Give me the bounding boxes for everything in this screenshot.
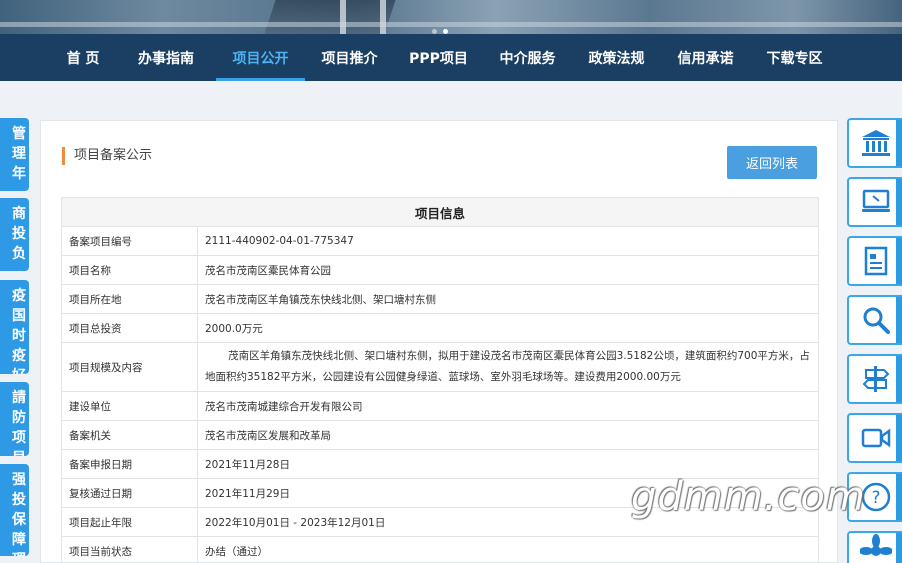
row-value: 茂名市茂南城建综合开发有限公司 (197, 391, 819, 421)
government-building-icon (861, 130, 890, 156)
row-value: 办结（通过） (197, 536, 819, 563)
table-row: 建设单位 茂名市茂南城建综合开发有限公司 (61, 391, 819, 421)
table-row: 项目所在地 茂名市茂南区羊角镇茂东快线北侧、架口塘村东侧 (61, 284, 819, 314)
row-key: 项目所在地 (61, 284, 198, 314)
row-key: 备案项目编号 (61, 226, 198, 256)
main-nav: 首 页 办事指南 项目公开 项目推介 PPP项目 中介服务 政策法规 信用承诺 … (0, 34, 902, 81)
left-tile-text: 时疫 (12, 328, 26, 364)
nav-item-policy[interactable]: 政策法规 (572, 34, 661, 81)
left-tile-text: 年 (12, 166, 26, 182)
left-side-link[interactable]: 管理 年 (0, 118, 29, 191)
tile-accent-strip (896, 238, 902, 284)
right-side-link-search[interactable] (847, 295, 902, 345)
row-key: 项目当前状态 (61, 536, 198, 563)
row-key: 项目规模及内容 (61, 342, 198, 392)
nav-item-project-public[interactable]: 项目公开 (216, 34, 305, 81)
table-row: 备案项目编号 2111-440902-04-01-775347 (61, 226, 819, 256)
right-side-link-video[interactable] (847, 413, 902, 463)
left-tile-text: 商投 (12, 206, 26, 242)
tile-accent-strip (896, 179, 902, 225)
row-value: 2111-440902-04-01-775347 (197, 226, 819, 256)
banner-bridge-image (264, 0, 396, 34)
header-banner (0, 0, 902, 34)
tile-accent-strip (896, 297, 902, 343)
table-row: 项目名称 茂名市茂南区橐民体育公园 (61, 255, 819, 285)
row-value: 茂南区羊角镇东茂快线北侧、架口塘村东侧，拟用于建设茂名市茂南区橐民体育公园3.5… (197, 342, 819, 392)
nav-item-project-promotion[interactable]: 项目推介 (305, 34, 394, 81)
right-side-link-document[interactable] (847, 236, 902, 286)
row-key: 项目总投资 (61, 313, 198, 343)
row-value: 茂名市茂南区橐民体育公园 (197, 255, 819, 285)
row-value: 茂名市茂南区发展和改革局 (197, 420, 819, 450)
right-side-link-building[interactable] (847, 118, 902, 168)
left-tile-text: 负 (12, 246, 26, 262)
table-row: 项目当前状态 办结（通过） (61, 536, 819, 563)
nav-item-download[interactable]: 下载专区 (750, 34, 839, 81)
document-list-icon (864, 246, 887, 276)
flower-logo-icon (859, 534, 892, 556)
table-row: 备案机关 茂名市茂南区发展和改革局 (61, 420, 819, 450)
left-tile-text: 强投 (12, 472, 26, 508)
watermark-logo: gdmm.com (631, 474, 866, 520)
table-row: 项目规模及内容 茂南区羊角镇东茂快线北侧、架口塘村东侧，拟用于建设茂名市茂南区橐… (61, 342, 819, 392)
tile-accent-strip (896, 120, 902, 166)
row-key: 备案申报日期 (61, 449, 198, 479)
signpost-icon (862, 366, 889, 392)
table-row: 项目总投资 2000.0万元 (61, 313, 819, 343)
row-value: 2000.0万元 (197, 313, 819, 343)
nav-item-credit[interactable]: 信用承诺 (661, 34, 750, 81)
nav-item-home[interactable]: 首 页 (50, 34, 116, 81)
row-key: 项目名称 (61, 255, 198, 285)
table-header-row: 项目信息 (61, 197, 819, 227)
left-tile-text: 理不 (0, 550, 26, 556)
svg-text:?: ? (871, 488, 880, 508)
left-tile-text: 管理 (12, 126, 26, 162)
tile-accent-strip (896, 415, 902, 461)
left-tile-text: 請防 (12, 390, 26, 426)
row-key: 备案机关 (61, 420, 198, 450)
tile-accent-strip (896, 474, 902, 520)
nav-item-agency[interactable]: 中介服务 (483, 34, 572, 81)
tile-accent-strip (896, 533, 902, 563)
banner-pylon (340, 0, 346, 34)
left-tile-text: 保障 (12, 512, 26, 548)
left-tile-text: 项目 (12, 430, 26, 456)
video-camera-icon (861, 428, 890, 448)
left-side-link[interactable]: 强投 保障 理不 (0, 464, 29, 556)
table-header: 项目信息 (61, 197, 819, 227)
nav-item-guide[interactable]: 办事指南 (116, 34, 216, 81)
left-side-link[interactable]: 請防 项目 办理 (0, 382, 29, 456)
row-key: 复核通过日期 (61, 478, 198, 508)
right-side-link-computer[interactable] (847, 177, 902, 227)
left-side-link[interactable]: 商投 负 (0, 198, 29, 271)
banner-pylon (380, 0, 386, 34)
back-to-list-button[interactable]: 返回列表 (727, 146, 817, 179)
row-value: 茂名市茂南区羊角镇茂东快线北侧、架口塘村东侧 (197, 284, 819, 314)
tile-accent-strip (896, 356, 902, 402)
search-magnifier-icon (863, 307, 890, 334)
left-tile-text: 疫国 (12, 288, 26, 324)
right-side-link-logo[interactable] (847, 531, 902, 563)
row-key: 项目起止年限 (61, 507, 198, 537)
right-side-link-signpost[interactable] (847, 354, 902, 404)
section-title: 项目备案公示 (62, 147, 152, 165)
nav-item-ppp[interactable]: PPP项目 (394, 34, 483, 81)
row-key: 建设单位 (61, 391, 198, 421)
computer-monitor-icon (861, 189, 890, 212)
banner-bridge-deck (0, 22, 902, 27)
left-side-link[interactable]: 疫国 时疫 好外 和 (0, 280, 29, 374)
left-tile-text: 好外 (0, 366, 26, 374)
